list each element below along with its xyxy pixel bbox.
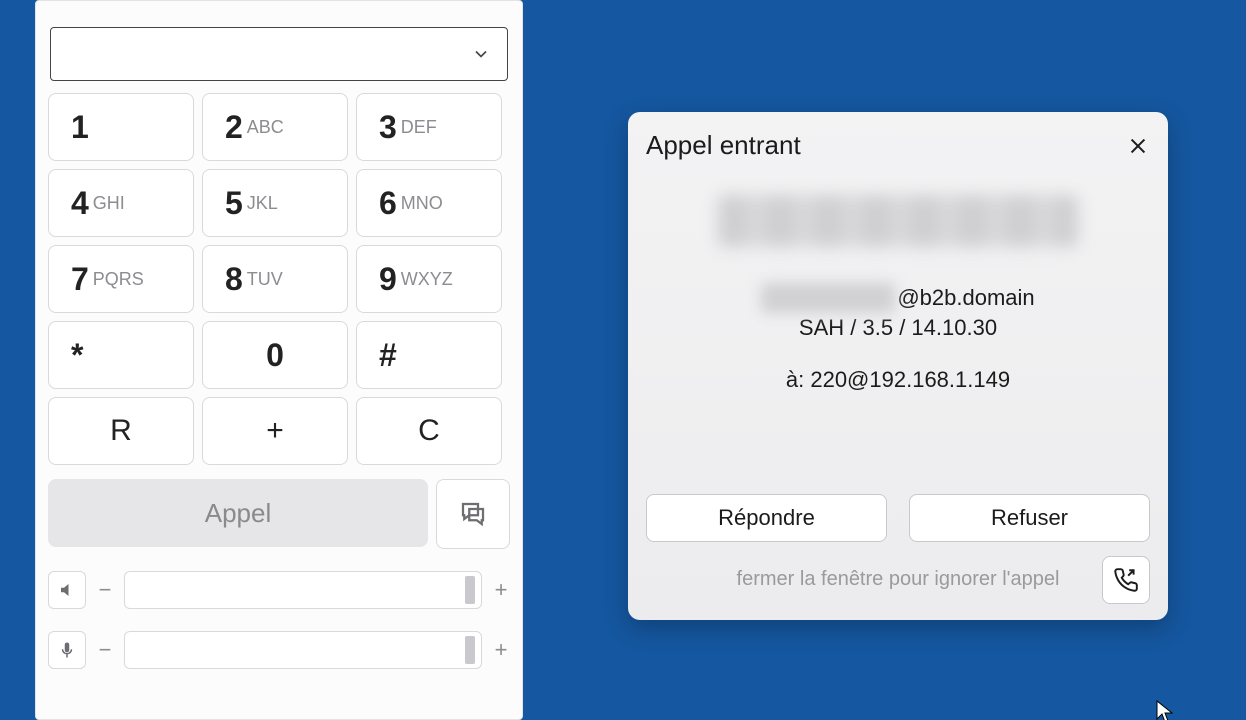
caller-name-redacted xyxy=(718,195,1078,247)
chat-button[interactable] xyxy=(436,479,510,549)
number-input-combo[interactable] xyxy=(50,27,508,81)
answer-button-label: Répondre xyxy=(718,505,815,531)
forward-call-button[interactable] xyxy=(1102,556,1150,604)
speaker-volume-slider[interactable] xyxy=(124,571,482,609)
close-icon xyxy=(1127,135,1149,157)
reject-button-label: Refuser xyxy=(991,505,1068,531)
answer-button[interactable]: Répondre xyxy=(646,494,887,542)
key-2[interactable]: 2ABC xyxy=(202,93,348,161)
speaker-plus-button[interactable]: + xyxy=(492,577,510,603)
key-redial[interactable]: R xyxy=(48,397,194,465)
mic-minus-button[interactable]: − xyxy=(96,637,114,663)
call-button-label: Appel xyxy=(205,498,272,529)
dialer-panel: 1 2ABC 3DEF 4GHI 5JKL 6MNO 7PQRS 8TUV 9W… xyxy=(35,0,523,720)
speaker-volume-row: − + xyxy=(48,571,510,609)
key-9[interactable]: 9WXYZ xyxy=(356,245,502,313)
key-star[interactable]: * xyxy=(48,321,194,389)
key-7[interactable]: 7PQRS xyxy=(48,245,194,313)
caller-meta: SAH / 3.5 / 14.10.30 xyxy=(799,313,997,343)
mic-volume-slider[interactable] xyxy=(124,631,482,669)
chat-icon xyxy=(458,499,488,529)
key-plus[interactable]: + xyxy=(202,397,348,465)
key-6[interactable]: 6MNO xyxy=(356,169,502,237)
caller-address: @b2b.domain xyxy=(761,283,1034,313)
mic-toggle-button[interactable] xyxy=(48,631,86,669)
close-button[interactable] xyxy=(1126,134,1150,158)
forward-call-icon xyxy=(1113,567,1139,593)
key-1[interactable]: 1 xyxy=(48,93,194,161)
incoming-call-popup: Appel entrant @b2b.domain SAH / 3.5 / 14… xyxy=(628,112,1168,620)
chevron-down-icon xyxy=(471,44,491,64)
speaker-toggle-button[interactable] xyxy=(48,571,86,609)
key-8[interactable]: 8TUV xyxy=(202,245,348,313)
dialpad: 1 2ABC 3DEF 4GHI 5JKL 6MNO 7PQRS 8TUV 9W… xyxy=(48,93,510,465)
key-0[interactable]: 0 xyxy=(202,321,348,389)
mouse-cursor-icon xyxy=(1156,700,1174,720)
speaker-slider-thumb[interactable] xyxy=(465,576,475,604)
speaker-icon xyxy=(58,581,76,599)
call-destination: à: 220@192.168.1.149 xyxy=(786,365,1010,395)
key-5[interactable]: 5JKL xyxy=(202,169,348,237)
reject-button[interactable]: Refuser xyxy=(909,494,1150,542)
caller-address-domain: @b2b.domain xyxy=(897,283,1034,313)
key-3[interactable]: 3DEF xyxy=(356,93,502,161)
key-4[interactable]: 4GHI xyxy=(48,169,194,237)
mic-slider-thumb[interactable] xyxy=(465,636,475,664)
mic-volume-row: − + xyxy=(48,631,510,669)
key-clear[interactable]: C xyxy=(356,397,502,465)
key-hash[interactable]: # xyxy=(356,321,502,389)
microphone-icon xyxy=(58,641,76,659)
ignore-hint: fermer la fenêtre pour ignorer l'appel xyxy=(737,568,1060,591)
call-button[interactable]: Appel xyxy=(48,479,428,547)
caller-address-redacted-part xyxy=(761,283,895,313)
speaker-minus-button[interactable]: − xyxy=(96,577,114,603)
popup-title: Appel entrant xyxy=(646,130,801,161)
mic-plus-button[interactable]: + xyxy=(492,637,510,663)
